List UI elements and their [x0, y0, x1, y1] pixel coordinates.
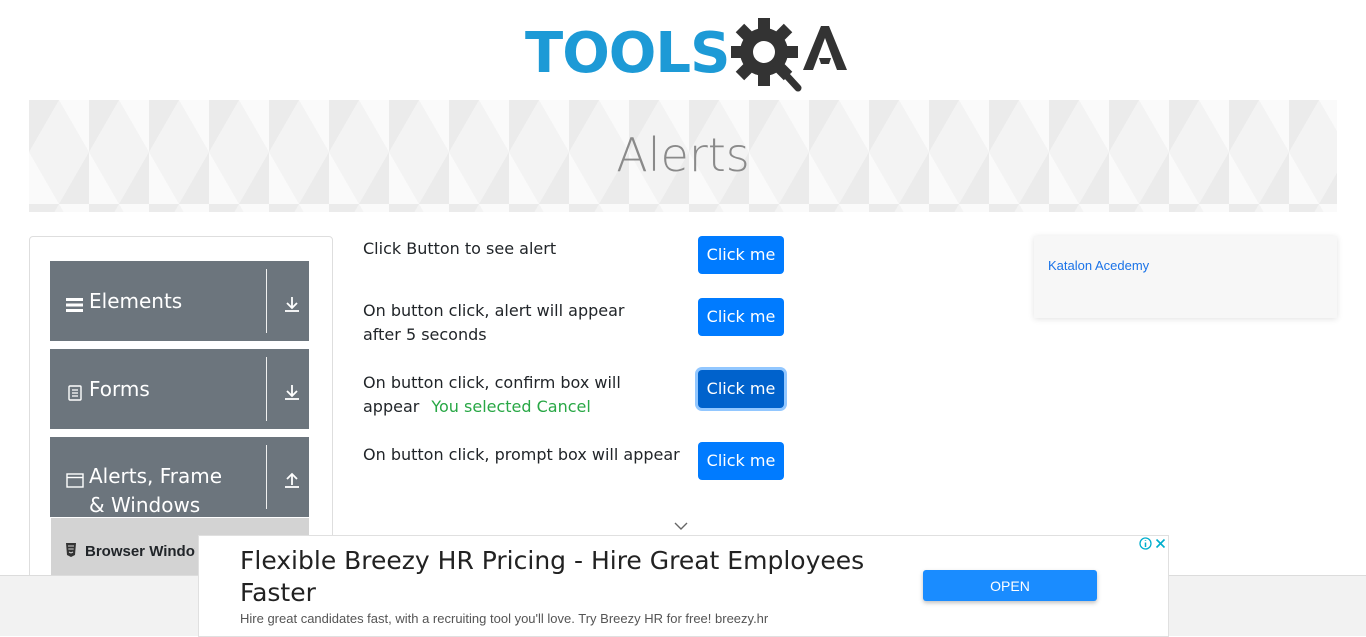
document-icon [68, 385, 82, 401]
chevron-down-icon[interactable] [674, 521, 688, 531]
bottom-ad[interactable]: Flexible Breezy HR Pricing - Hire Great … [198, 535, 1169, 637]
info-icon[interactable] [1138, 536, 1153, 551]
gear-icon [731, 18, 847, 92]
sidebar-group-elements[interactable]: Elements [50, 261, 309, 341]
download-arrow-icon[interactable] [283, 295, 301, 313]
upload-arrow-icon[interactable] [283, 471, 301, 489]
prompt-button[interactable]: Click me [698, 442, 784, 480]
ad-description: Hire great candidates fast, with a recru… [240, 611, 769, 626]
window-icon [66, 473, 84, 488]
page-banner: Alerts [29, 100, 1337, 212]
prompt-row-label: On button click, prompt box will appear [363, 445, 680, 464]
confirm-result: You selected Cancel [431, 397, 591, 416]
sidebar-group-forms[interactable]: Forms [50, 349, 309, 429]
sidebar-group-label: Forms [89, 377, 150, 401]
ad-open-button[interactable]: OPEN [923, 570, 1097, 601]
html5-icon [66, 543, 76, 557]
download-arrow-icon[interactable] [283, 383, 301, 401]
divider [266, 269, 267, 333]
sidebar-item-label: Browser Windows [85, 543, 195, 560]
timer-alert-button[interactable]: Click me [698, 298, 784, 336]
side-ad: Katalon Acedemy [1034, 236, 1337, 318]
alert-button[interactable]: Click me [698, 236, 784, 274]
timer-alert-row-label: On button click, alert will appear after… [363, 301, 625, 344]
sidebar-group-label: Alerts, Frame & Windows [89, 464, 223, 517]
ad-title[interactable]: Flexible Breezy HR Pricing - Hire Great … [240, 545, 890, 609]
confirm-button[interactable]: Click me [698, 370, 784, 408]
sidebar-group-label: Elements [89, 289, 183, 313]
toolsqa-logo[interactable]: TOOLS [525, 14, 850, 94]
divider [266, 357, 267, 421]
katalon-link[interactable]: Katalon Acedemy [1048, 258, 1149, 273]
sidebar-group-alerts-frame-windows[interactable]: Alerts, Frame & Windows [50, 437, 309, 517]
alert-row-label: Click Button to see alert [363, 239, 557, 258]
logo-text: TOOLS [525, 21, 730, 86]
confirm-row-label: On button click, confirm box will appear… [363, 371, 633, 419]
list-icon [66, 298, 83, 312]
divider [266, 445, 267, 509]
page-title: Alerts [616, 128, 750, 182]
close-icon[interactable] [1153, 536, 1168, 551]
